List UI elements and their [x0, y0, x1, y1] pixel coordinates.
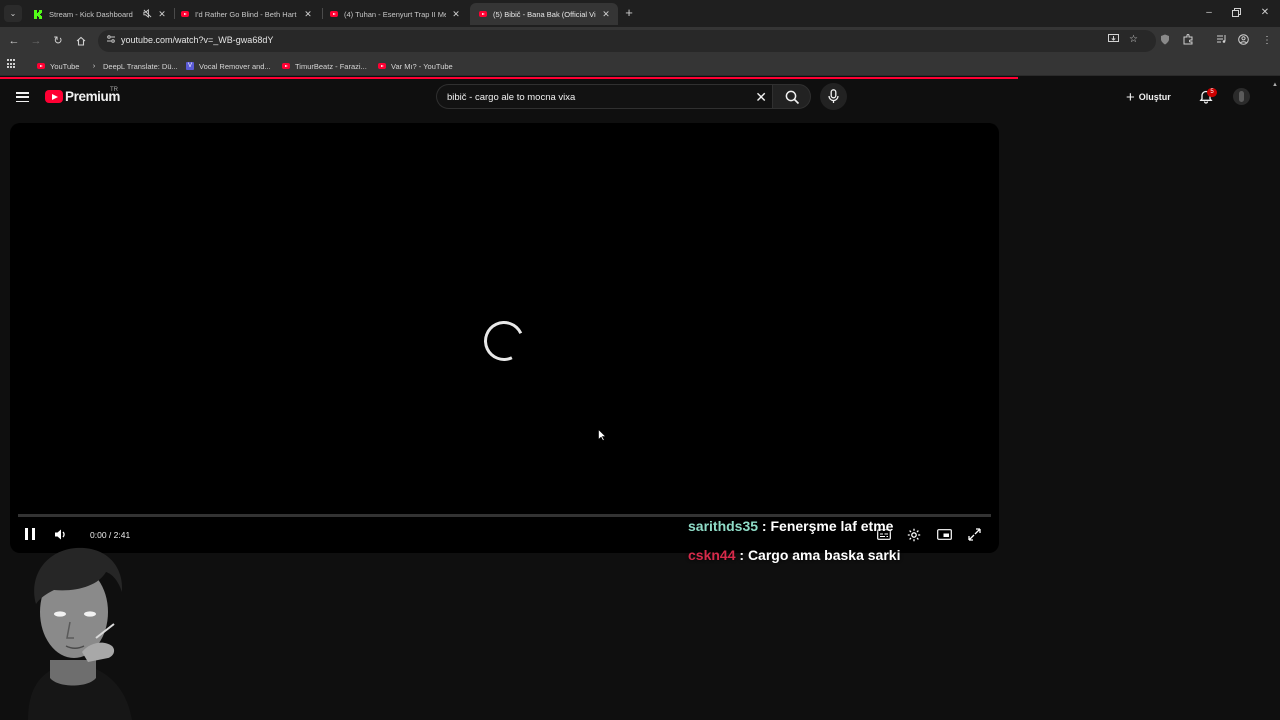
tab-title: (4) Tuhan - Esenyurt Trap II Me: [344, 9, 446, 19]
youtube-logo-icon[interactable]: [45, 90, 63, 103]
country-code: TR: [110, 87, 118, 93]
vocal-remover-icon: V: [186, 62, 194, 70]
plus-icon: +: [1126, 88, 1135, 106]
tab-title: Stream - Kick Dashboard: [49, 9, 133, 19]
youtube-icon: [282, 62, 290, 70]
bookmark-star-icon[interactable]: ☆: [1129, 34, 1138, 45]
address-bar[interactable]: youtube.com/watch?v=_WB-gwa68dY ☆: [98, 30, 1156, 52]
tab-beth-hart[interactable]: I'd Rather Go Blind - Beth Hart ✕: [172, 3, 320, 25]
bookmarks-bar: YouTube › DeepL Translate: Dü... V Vocal…: [0, 55, 1280, 76]
apps-grid-icon[interactable]: [7, 59, 17, 69]
chat-message: cskn44 : Cargo ama baska sarki: [688, 547, 900, 563]
tab-bibic-active[interactable]: (5) Bibič - Bana Bak (Official Vid ✕: [470, 3, 618, 25]
chat-username: cskn44: [688, 547, 736, 563]
guide-menu-icon[interactable]: [16, 92, 29, 102]
deepl-icon: ›: [92, 62, 96, 70]
pause-button[interactable]: [25, 528, 35, 540]
media-controls-icon[interactable]: [1214, 34, 1228, 48]
bookmark-deepl[interactable]: › DeepL Translate: Dü...: [90, 60, 178, 72]
search-icon: [785, 90, 800, 105]
youtube-icon: [37, 62, 45, 70]
bookmark-label: Var Mı? - YouTube: [391, 61, 453, 71]
search-button[interactable]: [772, 84, 811, 109]
kick-icon: [34, 9, 43, 19]
bookmark-var-mi[interactable]: Var Mı? - YouTube: [378, 60, 453, 72]
minimize-button[interactable]: –: [1196, 4, 1222, 22]
theater-mode-icon[interactable]: [937, 529, 952, 540]
youtube-icon: [378, 62, 386, 70]
voice-search-button[interactable]: [820, 83, 847, 110]
notification-count-badge: 5: [1207, 88, 1217, 97]
tab-search-button[interactable]: ⌄: [4, 5, 22, 22]
youtube-icon: [180, 10, 189, 19]
reload-button[interactable]: ↻: [49, 32, 67, 50]
close-tab-icon[interactable]: ✕: [156, 9, 168, 20]
streamer-webcam-icon: [28, 547, 132, 720]
create-button[interactable]: + Oluştur: [1126, 86, 1171, 108]
bookmark-timurbeatz[interactable]: TimurBeatz - Farazi...: [282, 60, 367, 72]
chat-message: sarithds35 : Fenerşme laf etme: [688, 518, 893, 534]
bookmark-vocal-remover[interactable]: V Vocal Remover and...: [186, 60, 271, 72]
chat-username: sarithds35: [688, 518, 759, 534]
close-tab-icon[interactable]: ✕: [302, 9, 314, 20]
tab-kick-dashboard[interactable]: Stream - Kick Dashboard ✕: [26, 3, 174, 25]
chevron-down-icon: ⌄: [9, 9, 17, 18]
bookmark-label: DeepL Translate: Dü...: [103, 61, 178, 71]
video-progress-bar[interactable]: [18, 514, 991, 517]
bookmark-label: YouTube: [50, 61, 80, 71]
microphone-icon: [828, 89, 839, 103]
chat-separator: :: [735, 547, 748, 563]
video-time-display: 0:00 / 2:41: [90, 530, 131, 540]
restore-button[interactable]: [1223, 4, 1249, 22]
back-button[interactable]: ←: [5, 32, 23, 50]
fullscreen-icon[interactable]: [968, 528, 981, 541]
speaker-muted-icon[interactable]: [143, 8, 152, 20]
search-input[interactable]: bibič - cargo ale to mocna vixa ✕: [436, 84, 772, 109]
youtube-icon: [329, 10, 338, 19]
scroll-up-arrow-icon[interactable]: ▲: [1272, 82, 1278, 88]
chat-text: Cargo ama baska sarki: [747, 547, 901, 563]
tab-title: (5) Bibič - Bana Bak (Official Vid: [493, 9, 596, 19]
url-text: youtube.com/watch?v=_WB-gwa68dY: [121, 35, 274, 45]
clear-search-icon[interactable]: ✕: [755, 89, 767, 105]
settings-gear-icon[interactable]: [907, 528, 921, 542]
close-tab-icon[interactable]: ✕: [450, 9, 462, 20]
create-label: Oluştur: [1138, 92, 1171, 102]
home-button[interactable]: [72, 32, 90, 50]
close-tab-icon[interactable]: ✕: [600, 9, 612, 20]
browser-tab-strip: ⌄ Stream - Kick Dashboard ✕ I'd Rather G…: [0, 0, 1280, 27]
browser-toolbar: ← → ↻ youtube.com/watch?v=_WB-gwa68dY ☆ …: [0, 27, 1280, 55]
youtube-icon: [478, 10, 487, 19]
site-info-icon[interactable]: [106, 34, 116, 46]
extensions-puzzle-icon[interactable]: [1181, 34, 1195, 48]
bookmark-label: Vocal Remover and...: [199, 61, 271, 71]
tab-tuhan[interactable]: (4) Tuhan - Esenyurt Trap II Me ✕: [321, 3, 468, 25]
shield-extension-icon[interactable]: [1158, 34, 1172, 48]
profile-icon[interactable]: [1236, 34, 1250, 48]
volume-icon[interactable]: [54, 528, 68, 541]
bookmark-youtube[interactable]: YouTube: [37, 60, 79, 72]
close-window-button[interactable]: ✕: [1252, 4, 1278, 22]
page-scrollbar[interactable]: [1270, 79, 1280, 720]
forward-button[interactable]: →: [27, 32, 45, 50]
chat-separator: :: [758, 518, 771, 534]
browser-menu-icon[interactable]: ⋮: [1260, 34, 1274, 48]
account-avatar[interactable]: [1233, 88, 1250, 105]
bookmark-label: TimurBeatz - Farazi...: [295, 61, 367, 71]
tab-title: I'd Rather Go Blind - Beth Hart: [195, 9, 297, 19]
search-query-text: bibič - cargo ale to mocna vixa: [447, 92, 576, 103]
install-app-icon[interactable]: [1108, 34, 1119, 47]
new-tab-button[interactable]: +: [622, 5, 636, 21]
chat-text: Fenerşme laf etme: [770, 518, 894, 534]
